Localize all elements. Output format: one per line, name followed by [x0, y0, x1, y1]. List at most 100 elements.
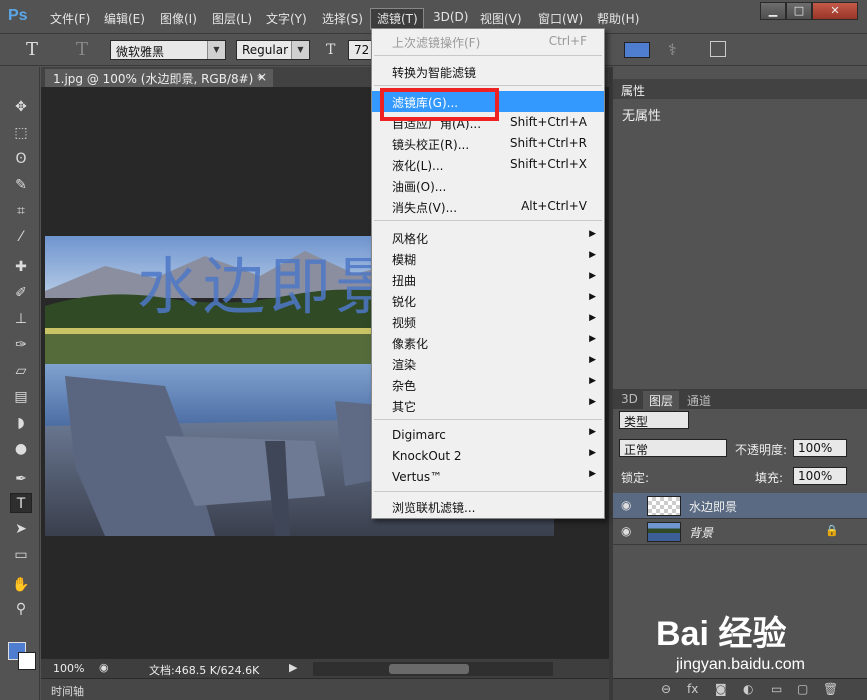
menu-item-convert-smart-filter[interactable]: 转换为智能滤镜	[372, 61, 604, 82]
menu-item-vanishing-point[interactable]: 消失点(V)... Alt+Ctrl+V	[372, 196, 604, 217]
character-panel-icon[interactable]	[710, 41, 726, 57]
link-layers-icon[interactable]: ⊖	[661, 682, 671, 696]
menu-item-label: 油画(O)...	[392, 180, 447, 194]
photo-overlay-text[interactable]: 水边即景	[137, 236, 401, 326]
warp-text-icon[interactable]: ⚕	[668, 40, 677, 59]
font-family-value: 微软雅黑	[116, 45, 165, 59]
menu-item-other[interactable]: 其它 ▶	[372, 395, 604, 416]
zoom-value[interactable]: 100%	[53, 662, 84, 675]
history-brush-tool-icon[interactable]: ✑	[10, 335, 32, 355]
quick-select-tool-icon[interactable]: ✎	[10, 175, 32, 195]
menu-edit[interactable]: 编辑(E)	[104, 10, 145, 27]
menu-item-distort[interactable]: 扭曲 ▶	[372, 269, 604, 290]
rectangle-tool-icon[interactable]: ▭	[10, 545, 32, 565]
horizontal-scrollbar[interactable]	[313, 662, 553, 676]
blend-mode-select[interactable]: 正常	[619, 439, 727, 457]
menu-help[interactable]: 帮助(H)	[597, 10, 639, 27]
tab-channels[interactable]: 通道	[681, 391, 717, 409]
background-color-swatch[interactable]	[18, 652, 36, 670]
crop-tool-icon[interactable]: ⌗	[10, 201, 32, 221]
layer-name: 背景	[689, 526, 714, 540]
zoom-tool-icon[interactable]: ⚲	[10, 599, 32, 619]
menu-item-noise[interactable]: 杂色 ▶	[372, 374, 604, 395]
menu-item-sharpen[interactable]: 锐化 ▶	[372, 290, 604, 311]
marquee-tool-icon[interactable]: ⬚	[10, 123, 32, 143]
eye-icon[interactable]: ◉	[621, 524, 631, 538]
menu-item-oil-paint[interactable]: 油画(O)...	[372, 175, 604, 196]
menu-item-video[interactable]: 视频 ▶	[372, 311, 604, 332]
close-window-button[interactable]: ✕	[812, 2, 858, 20]
eyedropper-tool-icon[interactable]: ⁄	[10, 227, 32, 247]
submenu-arrow-icon: ▶	[589, 334, 596, 344]
status-menu-icon[interactable]: ◉	[99, 661, 109, 674]
healing-brush-tool-icon[interactable]: ✚	[10, 257, 32, 277]
blur-tool-icon[interactable]: ◗	[10, 413, 32, 433]
menu-item-lens-correction[interactable]: 镜头校正(R)... Shift+Ctrl+R	[372, 133, 604, 154]
menu-item-liquify[interactable]: 液化(L)... Shift+Ctrl+X	[372, 154, 604, 175]
menu-layer[interactable]: 图层(L)	[212, 10, 252, 27]
menu-type[interactable]: 文字(Y)	[266, 10, 307, 27]
menu-item-label: 像素化	[392, 337, 429, 351]
clone-stamp-tool-icon[interactable]: ⊥	[10, 309, 32, 329]
menu-item-browse-online-filters[interactable]: 浏览联机滤镜...	[372, 496, 604, 517]
menu-select[interactable]: 选择(S)	[322, 10, 363, 27]
menu-item-label: 模糊	[392, 253, 417, 267]
opacity-input[interactable]: 100%	[793, 439, 847, 457]
text-color-swatch[interactable]	[624, 42, 650, 58]
menu-item-last-filter[interactable]: 上次滤镜操作(F) Ctrl+F	[372, 31, 604, 52]
menu-item-render[interactable]: 渲染 ▶	[372, 353, 604, 374]
menu-view[interactable]: 视图(V)	[480, 10, 522, 27]
type-orientation-icon[interactable]: T	[76, 39, 88, 60]
fill-input[interactable]: 100%	[793, 467, 847, 485]
menu-item-knockout[interactable]: KnockOut 2 ▶	[372, 446, 604, 467]
layer-style-icon[interactable]: fx	[687, 682, 698, 696]
menu-image[interactable]: 图像(I)	[160, 10, 197, 27]
menu-item-stylize[interactable]: 风格化 ▶	[372, 227, 604, 248]
layer-filter-select[interactable]: 类型	[619, 411, 689, 429]
tab-layers[interactable]: 图层	[643, 391, 680, 409]
timeline-title[interactable]: 时间轴	[51, 683, 84, 699]
move-tool-icon[interactable]: ✥	[10, 97, 32, 117]
close-tab-icon[interactable]: ×	[257, 70, 267, 84]
menu-item-vertus[interactable]: Vertus™ ▶	[372, 467, 604, 488]
menu-item-pixelate[interactable]: 像素化 ▶	[372, 332, 604, 353]
pen-tool-icon[interactable]: ✒	[10, 469, 32, 489]
new-layer-icon[interactable]: ▢	[797, 682, 808, 696]
scrollbar-thumb[interactable]	[389, 664, 469, 674]
adjustment-layer-icon[interactable]: ◐	[743, 682, 753, 696]
eye-icon[interactable]: ◉	[621, 498, 631, 512]
properties-title[interactable]: 属性	[621, 84, 645, 98]
gradient-tool-icon[interactable]: ▤	[10, 387, 32, 407]
hand-tool-icon[interactable]: ✋	[10, 575, 32, 595]
brush-tool-icon[interactable]: ✐	[10, 283, 32, 303]
new-group-icon[interactable]: ▭	[771, 682, 782, 696]
menu-item-digimarc[interactable]: Digimarc ▶	[372, 425, 604, 446]
menu-item-blur[interactable]: 模糊 ▶	[372, 248, 604, 269]
type-tool-icon[interactable]: T	[10, 493, 32, 513]
maximize-button[interactable]: □	[786, 2, 812, 20]
menu-item-label: 消失点(V)...	[392, 201, 458, 215]
eraser-tool-icon[interactable]: ▱	[10, 361, 32, 381]
menu-window[interactable]: 窗口(W)	[538, 10, 583, 27]
add-mask-icon[interactable]: ◙	[715, 682, 727, 696]
font-family-select[interactable]: 微软雅黑 ▼	[110, 40, 226, 60]
dodge-tool-icon[interactable]: ●	[10, 439, 32, 459]
layer-row[interactable]: ◉ 水边即景	[613, 493, 867, 519]
status-arrow-icon[interactable]: ▶	[289, 661, 297, 674]
font-style-value: Regular	[242, 43, 289, 57]
lasso-tool-icon[interactable]: ʘ	[10, 149, 32, 169]
menu-file[interactable]: 文件(F)	[50, 10, 90, 27]
menu-filter[interactable]: 滤镜(T)	[377, 10, 418, 27]
font-style-select[interactable]: Regular ▼	[236, 40, 310, 60]
type-tool-preset-icon[interactable]: T	[26, 39, 38, 60]
document-tab[interactable]: 1.jpg @ 100% (水边即景, RGB/8#) * ×	[45, 69, 273, 87]
baidu-watermark: Bai 经验 jingyan.baidu.com	[656, 600, 856, 680]
timeline-panel: 时间轴	[41, 678, 609, 700]
layer-row[interactable]: ◉ 背景 🔒	[613, 519, 867, 545]
minimize-button[interactable]: ▁	[760, 2, 786, 20]
path-select-tool-icon[interactable]: ➤	[10, 519, 32, 539]
annotation-highlight-box	[380, 88, 499, 121]
tab-3d[interactable]: 3D	[615, 391, 644, 409]
delete-layer-icon[interactable]: 🗑	[823, 682, 838, 696]
menu-3d[interactable]: 3D(D)	[433, 10, 468, 24]
